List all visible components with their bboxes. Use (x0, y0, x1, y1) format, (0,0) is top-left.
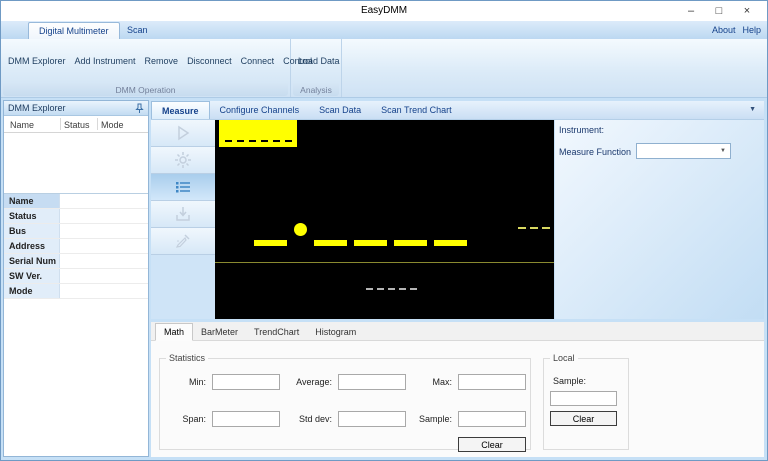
tab-math[interactable]: Math (155, 323, 194, 341)
sample-field[interactable] (458, 411, 526, 427)
column-header-mode[interactable]: Mode (101, 120, 124, 130)
tab-scan-trend-chart[interactable]: Scan Trend Chart (371, 101, 462, 119)
save-icon (174, 205, 192, 223)
list-icon (174, 178, 192, 196)
average-field[interactable] (338, 374, 406, 390)
property-row-name[interactable]: Name (4, 194, 148, 209)
column-header-name[interactable]: Name (10, 120, 34, 130)
sample-label: Sample: (418, 414, 452, 424)
property-row-bus[interactable]: Bus (4, 224, 148, 239)
property-row-address[interactable]: Address (4, 239, 148, 254)
std-dev-label: Std dev: (298, 414, 332, 424)
span-field[interactable] (212, 411, 280, 427)
max-label: Max: (432, 377, 452, 387)
display-reading (254, 223, 467, 246)
main-tab-strip: Measure Configure Channels Scan Data Sca… (151, 101, 764, 120)
settings-icon (174, 151, 192, 169)
analysis-panel: Math BarMeter TrendChart Histogram Stati… (151, 322, 764, 457)
dmm-display (215, 120, 554, 319)
property-grid: Name Status Bus Address Serial Num SW Ve… (4, 194, 148, 299)
instrument-list[interactable] (4, 133, 148, 194)
list-view-button[interactable] (151, 174, 215, 201)
dmm-explorer-panel: DMM Explorer Name Status Mode Name Statu… (3, 100, 149, 457)
local-clear-button[interactable]: Clear (550, 411, 617, 426)
tab-trendchart[interactable]: TrendChart (246, 324, 307, 340)
reading-dash-segment (354, 240, 387, 246)
tab-barmeter[interactable]: BarMeter (193, 324, 246, 340)
property-row-mode[interactable]: Mode (4, 284, 148, 299)
statistics-group: Statistics Min: Average: Max: Span: Std … (159, 353, 531, 452)
reading-dash-segment (254, 240, 287, 246)
remove-button[interactable]: Remove (144, 54, 180, 68)
save-data-button[interactable] (151, 201, 215, 228)
maximize-button[interactable]: □ (705, 1, 733, 21)
ribbon-group-analysis: Load Data Analysis (291, 39, 342, 97)
local-group: Local Sample: Clear (543, 353, 629, 450)
tab-scan-data[interactable]: Scan Data (309, 101, 371, 119)
analysis-tab-strip: Math BarMeter TrendChart Histogram (151, 322, 764, 341)
add-instrument-button[interactable]: Add Instrument (74, 54, 137, 68)
easydmm-window: EasyDMM – □ × Digital Multimeter Scan Ab… (0, 0, 768, 461)
measure-toolbar (151, 120, 215, 319)
measure-function-label: Measure Function (559, 147, 632, 157)
load-data-button[interactable]: Load Data (297, 54, 341, 68)
local-sample-field[interactable] (550, 391, 617, 406)
ribbon-tab-digital-multimeter[interactable]: Digital Multimeter (28, 22, 120, 39)
statistics-clear-button[interactable]: Clear (458, 437, 526, 452)
explorer-column-headers: Name Status Mode (4, 116, 148, 133)
local-group-title: Local (553, 353, 575, 363)
tab-configure-channels[interactable]: Configure Channels (210, 101, 310, 119)
title-bar: EasyDMM – □ × (1, 1, 767, 21)
instrument-panel: Instrument: Measure Function ▼ (555, 120, 764, 319)
tab-measure[interactable]: Measure (151, 101, 210, 119)
connect-button[interactable]: Connect (240, 54, 276, 68)
tab-overflow-icon[interactable]: ▼ (749, 106, 756, 113)
about-link[interactable]: About (712, 25, 736, 35)
clean-button[interactable] (151, 228, 215, 255)
local-sample-label: Sample: (553, 376, 587, 386)
display-divider (215, 262, 554, 263)
instrument-label: Instrument: (559, 125, 605, 135)
run-icon (174, 124, 192, 142)
group-label-dmm-operation: DMM Operation (3, 83, 288, 96)
column-header-status[interactable]: Status (64, 120, 90, 130)
dmm-explorer-button[interactable]: DMM Explorer (7, 54, 67, 68)
property-row-status[interactable]: Status (4, 209, 148, 224)
tab-histogram[interactable]: Histogram (307, 324, 364, 340)
max-field[interactable] (458, 374, 526, 390)
ribbon-tab-strip: Digital Multimeter Scan About Help (1, 21, 767, 39)
ribbon-tab-scan[interactable]: Scan (117, 22, 158, 39)
group-label-analysis: Analysis (293, 83, 339, 96)
ribbon: DMM Explorer Add Instrument Remove Disco… (1, 39, 767, 98)
min-field[interactable] (212, 374, 280, 390)
ribbon-group-dmm-operation: DMM Explorer Add Instrument Remove Disco… (1, 39, 312, 97)
clean-icon (174, 232, 192, 250)
minimize-button[interactable]: – (677, 1, 705, 21)
display-secondary-reading (366, 288, 417, 290)
average-label: Average: (296, 377, 332, 387)
help-link[interactable]: Help (742, 25, 761, 35)
combo-arrow-icon: ▼ (720, 148, 726, 154)
span-label: Span: (182, 414, 206, 424)
display-unit (518, 227, 550, 229)
reading-dash-segment (394, 240, 427, 246)
display-annunciator (219, 120, 297, 147)
reading-dash-segment (314, 240, 347, 246)
property-row-sw-ver[interactable]: SW Ver. (4, 269, 148, 284)
run-button[interactable] (151, 120, 215, 147)
explorer-panel-title: DMM Explorer (8, 103, 66, 113)
close-button[interactable]: × (733, 1, 761, 21)
settings-button[interactable] (151, 147, 215, 174)
reading-dash-segment (434, 240, 467, 246)
measure-function-select[interactable]: ▼ (636, 143, 731, 159)
statistics-group-title: Statistics (169, 353, 206, 363)
std-dev-field[interactable] (338, 411, 406, 427)
window-title: EasyDMM (360, 5, 408, 16)
property-row-serial-num[interactable]: Serial Num (4, 254, 148, 269)
disconnect-button[interactable]: Disconnect (186, 54, 233, 68)
reading-decimal-dot (294, 223, 307, 236)
min-label: Min: (188, 377, 206, 387)
pin-icon[interactable] (135, 103, 144, 114)
